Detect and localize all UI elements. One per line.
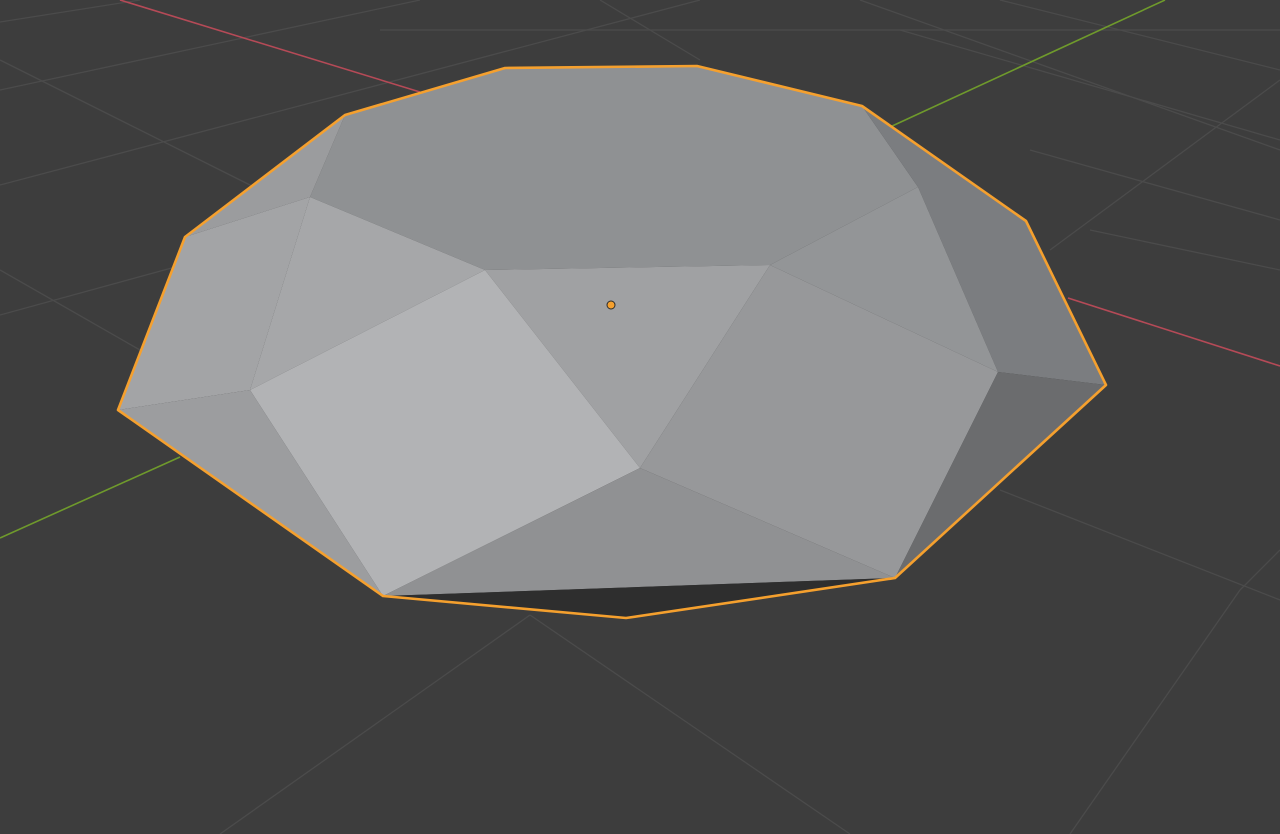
object-origin-marker[interactable] xyxy=(606,300,616,310)
viewport-canvas[interactable] xyxy=(0,0,1280,834)
3d-viewport[interactable] xyxy=(0,0,1280,834)
